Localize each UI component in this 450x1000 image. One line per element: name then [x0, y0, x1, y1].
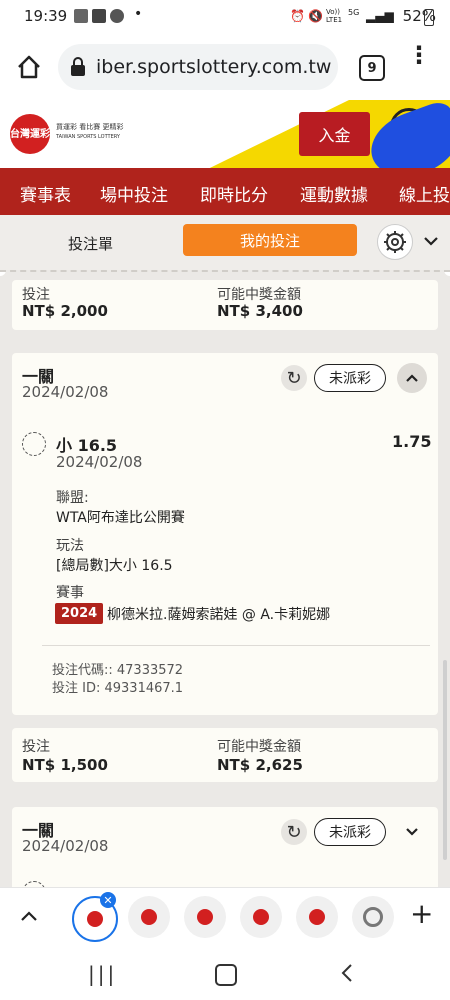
bet-date: 2024/02/08 [22, 383, 109, 401]
status-bar: 19:39 • ⏰ 🔇 Vo)) LTE1 5G ▂▄▆ 52% [0, 0, 450, 34]
summary-card: 投注 NT$ 1,500 可能中獎金額 NT$ 2,625 [12, 728, 438, 782]
tab-my-bets[interactable]: 我的投注 [183, 224, 357, 256]
selection-status-icon [22, 432, 46, 456]
play-value: [總局數]大小 16.5 [56, 558, 173, 574]
bet-id: 投注 ID: 49331467.1 [52, 681, 184, 696]
tab-thumbnail[interactable] [240, 896, 282, 938]
nav-item-live-score[interactable]: 即時比分 [200, 181, 268, 206]
event-label: 賽事 [56, 585, 84, 601]
bet-card: 一關 2024/02/08 ↻ 未派彩 小 16.5 2024/02/08 1.… [12, 353, 438, 715]
stake-value: NT$ 1,500 [22, 756, 108, 774]
bet-date: 2024/02/08 [22, 837, 109, 855]
settings-button[interactable] [377, 224, 413, 260]
logo-tagline: 買運彩 看比賽 更精彩 [56, 123, 124, 131]
refresh-icon[interactable]: ↻ [281, 819, 307, 845]
deposit-button[interactable]: 入金 [299, 112, 370, 156]
gear-icon [384, 231, 406, 253]
bet-card: 一關 2024/02/08 ↻ 未派彩 [12, 807, 438, 887]
clock: 19:39 [24, 7, 68, 25]
chevron-down-icon[interactable] [423, 235, 439, 247]
payout-label: 可能中獎金額 [217, 739, 301, 755]
tab-bet-slip[interactable]: 投注單 [68, 233, 113, 254]
event-value: 柳德米拉.薩姆索諾娃 @ A.卡莉妮娜 [107, 607, 331, 623]
bet-tabs: 投注單 我的投注 [0, 215, 450, 270]
close-tab-icon[interactable]: ✕ [100, 892, 116, 908]
selection-date: 2024/02/08 [56, 453, 143, 471]
tab-thumbnail[interactable] [128, 896, 170, 938]
league-label: 聯盟: [56, 490, 89, 506]
stake-value: NT$ 2,000 [22, 302, 108, 320]
chevron-down-icon [406, 828, 418, 836]
summary-card: 投注 NT$ 2,000 可能中獎金額 NT$ 3,400 [12, 280, 438, 330]
site-favicon-icon [87, 911, 103, 927]
battery-icon [424, 9, 434, 26]
nav-item-online-betting[interactable]: 線上投 [399, 181, 450, 206]
sports-notification-icon [110, 9, 124, 23]
recent-apps-icon[interactable]: ||| [88, 962, 117, 986]
tab-thumbnail[interactable] [184, 896, 226, 938]
site-favicon-icon [253, 909, 269, 925]
browser-tab-strip: ✕ + [0, 887, 450, 948]
event-year-badge: 2024 [55, 603, 104, 624]
tab-count: 9 [367, 60, 377, 76]
main-nav: 賽事表 場中投注 即時比分 運動數據 線上投 [0, 168, 450, 215]
odds-value: 1.75 [392, 432, 432, 451]
refresh-icon[interactable]: ↻ [281, 365, 307, 391]
ticket-divider [0, 270, 450, 272]
lock-icon[interactable] [70, 57, 86, 77]
back-icon[interactable] [340, 963, 354, 983]
bet-code: 投注代碼:: 47333572 [52, 663, 184, 678]
payout-value: NT$ 2,625 [217, 756, 303, 774]
mute-icon: 🔇 [308, 9, 323, 23]
logo-tagline-en: TAIWAN SPORTS LOTTERY [56, 134, 120, 140]
collapse-button[interactable] [397, 363, 427, 393]
tab-thumbnail[interactable] [296, 896, 338, 938]
chevron-up-icon[interactable] [20, 910, 38, 922]
more-notifications-dot-icon: • [134, 6, 143, 22]
stake-label: 投注 [22, 739, 50, 755]
alarm-icon: ⏰ [290, 9, 305, 23]
play-label: 玩法 [56, 538, 84, 554]
tab-thumbnail[interactable] [352, 896, 394, 938]
chevron-up-icon [406, 374, 418, 382]
signal-icon: ▂▄▆ [366, 9, 394, 23]
scrollbar[interactable] [443, 660, 447, 860]
divider [42, 645, 430, 646]
my-bets-content: 投注 NT$ 2,000 可能中獎金額 NT$ 3,400 一關 2024/02… [0, 270, 450, 887]
image-notification-icon [74, 9, 88, 23]
site-favicon-icon [309, 909, 325, 925]
home-nav-icon[interactable] [215, 964, 237, 986]
nav-item-live-betting[interactable]: 場中投注 [100, 181, 168, 206]
system-nav-bar: ||| [0, 947, 450, 1000]
payout-label: 可能中獎金額 [217, 287, 301, 303]
league-value: WTA阿布達比公開賽 [56, 510, 185, 526]
expand-button[interactable] [397, 817, 427, 847]
nav-item-sports-data[interactable]: 運動數據 [300, 181, 368, 206]
site-favicon-icon [141, 909, 157, 925]
home-icon[interactable] [16, 54, 42, 80]
status-badge: 未派彩 [314, 364, 386, 392]
browser-toolbar: iber.sportslottery.com.tw 9 ⋮ [0, 34, 450, 100]
site-logo[interactable]: 台灣運彩 [10, 114, 50, 154]
payout-value: NT$ 3,400 [217, 302, 303, 320]
stake-label: 投注 [22, 287, 50, 303]
network-type: 5G [348, 8, 360, 17]
tab-count-button[interactable]: 9 [359, 55, 385, 81]
chrome-icon [363, 907, 383, 927]
youtube-notification-icon [92, 9, 106, 23]
new-tab-icon[interactable]: + [410, 900, 433, 928]
url-text[interactable]: iber.sportslottery.com.tw [96, 56, 332, 78]
more-vert-icon[interactable]: ⋮ [407, 43, 431, 67]
site-favicon-icon [197, 909, 213, 925]
volte-indicator: Vo)) LTE1 [326, 8, 343, 24]
nav-item-schedule[interactable]: 賽事表 [20, 181, 71, 206]
status-badge: 未派彩 [314, 818, 386, 846]
